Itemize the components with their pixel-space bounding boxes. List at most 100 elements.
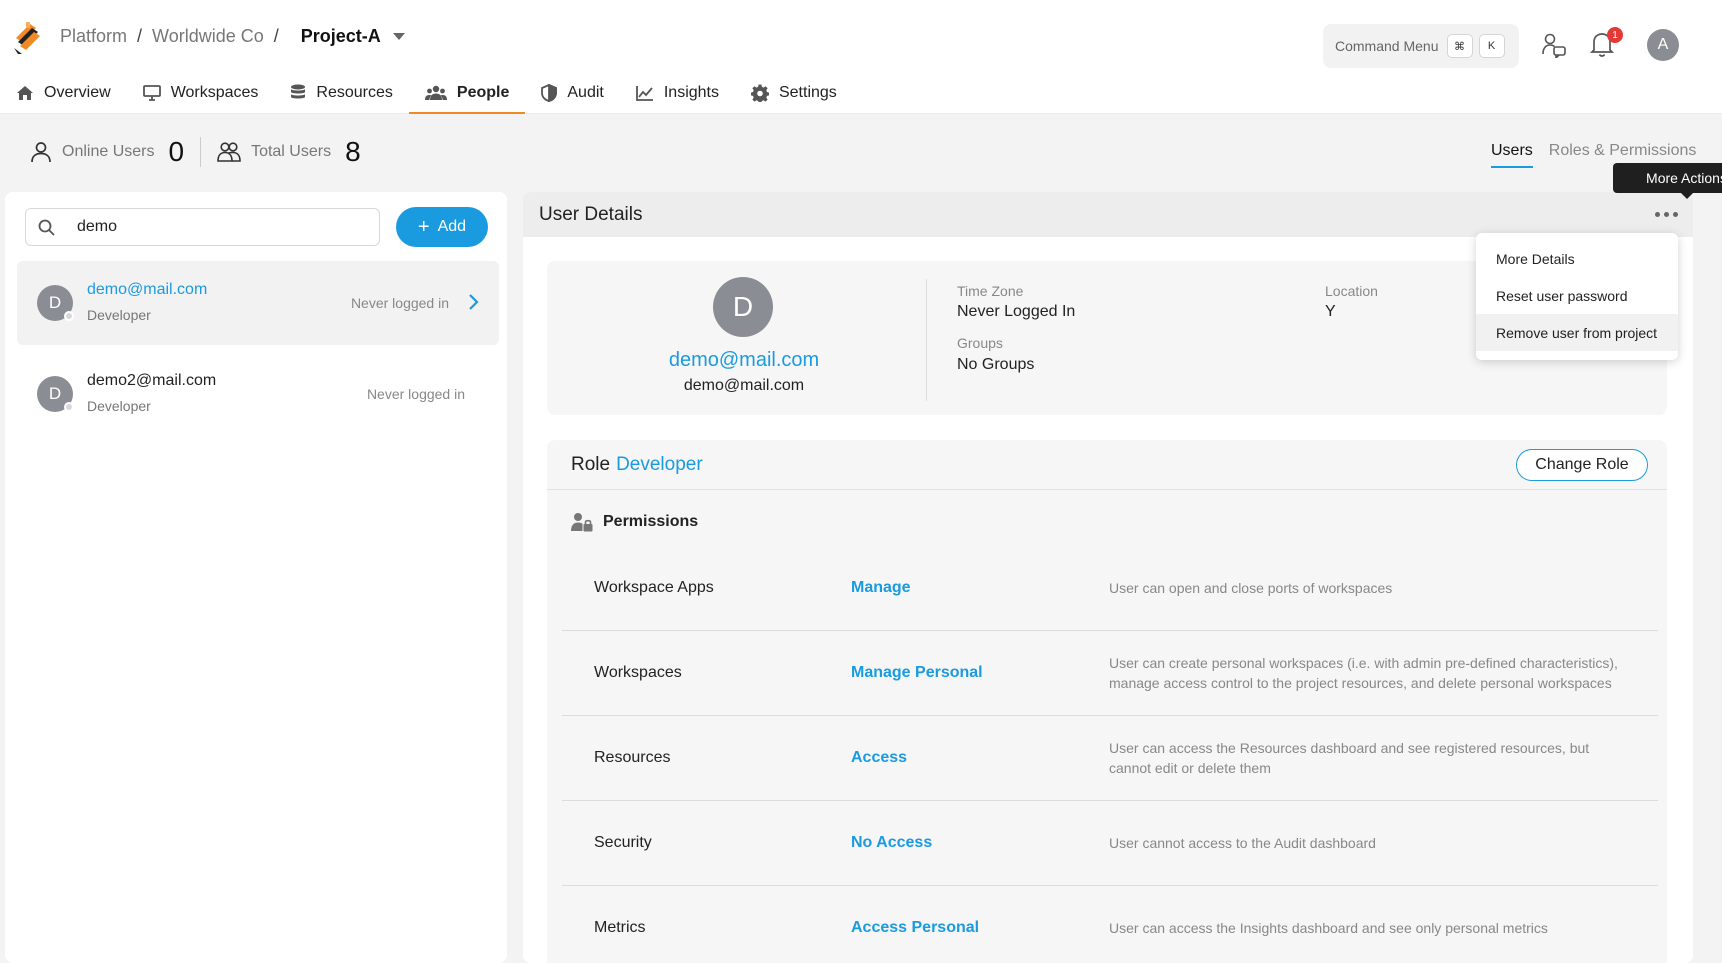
role-card: Role Developer Change Role Permissions Wo… [547, 440, 1667, 963]
shield-icon [541, 84, 558, 102]
kbd-cmd: ⌘ [1446, 34, 1473, 58]
command-menu-label: Command Menu [1335, 38, 1439, 54]
user-list-item[interactable]: D demo2@mail.com Developer Never logged … [17, 352, 499, 436]
permission-desc: User can open and close ports of workspa… [1109, 580, 1393, 596]
location-value: Y [1325, 303, 1336, 320]
role-header: Role Developer Change Role [547, 440, 1667, 490]
chevron-down-icon[interactable] [392, 32, 405, 41]
status-dot [64, 402, 74, 412]
nav-overview[interactable]: Overview [0, 78, 127, 114]
top-bar: Platform / Worldwide Co / Project-A Comm… [0, 0, 1722, 114]
nav-audit[interactable]: Audit [525, 78, 619, 114]
permission-row: Security No Access User cannot access to… [562, 801, 1658, 886]
person-icon [30, 141, 52, 163]
chevron-right-icon [468, 293, 479, 311]
more-actions-icon[interactable] [1649, 202, 1683, 226]
search-box[interactable] [25, 208, 380, 246]
permission-desc: User can access the Resources dashboard … [1109, 740, 1590, 776]
last-login: Never logged in [366, 386, 465, 402]
monitor-icon [142, 85, 161, 101]
permission-desc: User cannot access to the Audit dashboar… [1109, 835, 1376, 851]
breadcrumb-org[interactable]: Worldwide Co [152, 26, 264, 47]
online-users-count: 0 [168, 136, 185, 167]
role-title: Role Developer [571, 454, 703, 476]
permission-name: Resources [594, 749, 671, 766]
nav-resources[interactable]: Resources [274, 78, 408, 114]
permission-row: Metrics Access Personal User can access … [562, 886, 1658, 963]
user-list-panel: + Add D demo@mail.com Developer Never lo… [5, 192, 507, 963]
add-button-label: Add [437, 218, 467, 235]
total-users-count: 8 [345, 136, 361, 167]
menu-item-more-details[interactable]: More Details [1476, 240, 1678, 277]
breadcrumb-platform[interactable]: Platform [60, 26, 127, 47]
nav-label: Settings [778, 84, 837, 101]
group-icon [217, 141, 241, 163]
permissions-heading: Permissions [571, 512, 698, 532]
permission-level: Access Personal [851, 919, 980, 936]
nav-label: Audit [567, 84, 604, 101]
profile-divider [926, 279, 927, 401]
permission-row: Workspace Apps Manage User can open and … [562, 546, 1658, 631]
user-list-item[interactable]: D demo@mail.com Developer Never logged i… [17, 261, 499, 345]
nav-label: Resources [316, 84, 393, 101]
permission-name: Metrics [594, 919, 646, 936]
nav-workspaces[interactable]: Workspaces [127, 78, 275, 114]
profile-email-link[interactable]: demo@mail.com [547, 349, 941, 372]
stats-divider [200, 137, 202, 167]
kbd-k: K [1478, 34, 1505, 58]
user-email: demo@mail.com [87, 281, 208, 298]
avatar: D [713, 277, 773, 337]
breadcrumb: Platform / Worldwide Co / Project-A [60, 26, 405, 47]
change-role-button[interactable]: Change Role [1516, 449, 1648, 481]
gear-icon [750, 84, 769, 102]
nav-label: Overview [44, 84, 111, 101]
permission-name: Workspace Apps [594, 579, 714, 596]
breadcrumb-separator: / [273, 26, 279, 46]
permission-level: No Access [851, 834, 933, 851]
command-menu-button[interactable]: Command Menu ⌘ K [1323, 24, 1519, 68]
tab-users[interactable]: Users [1491, 142, 1533, 168]
permission-row: Workspaces Manage Personal User can crea… [562, 631, 1658, 716]
online-users-label: Online Users [62, 143, 155, 160]
user-stats: Online Users 0 Total Users 8 [30, 136, 375, 168]
search-input[interactable] [77, 218, 337, 236]
nav-label: People [456, 84, 510, 101]
groups-value: No Groups [957, 356, 1035, 373]
details-header: User Details [523, 192, 1693, 237]
notification-badge: 1 [1607, 27, 1623, 43]
permission-level: Manage Personal [851, 664, 983, 681]
app-logo[interactable] [12, 20, 44, 54]
profile-email: demo@mail.com [683, 377, 805, 394]
last-login: Never logged in [350, 295, 449, 311]
user-lock-icon [571, 512, 593, 532]
menu-item-reset-password[interactable]: Reset user password [1476, 277, 1678, 314]
support-chat-icon[interactable] [1541, 32, 1567, 58]
menu-item-remove-user[interactable]: Remove user from project [1476, 314, 1678, 351]
permission-row: Resources Access User can access the Res… [562, 716, 1658, 801]
total-users-label: Total Users [251, 143, 332, 160]
home-icon [16, 85, 34, 101]
user-role: Developer [87, 307, 151, 323]
role-label: Role [571, 454, 611, 475]
nav-label: Insights [663, 84, 719, 101]
user-role: Developer [87, 398, 151, 414]
permission-name: Security [594, 834, 652, 851]
database-icon [290, 84, 306, 102]
main-nav: Overview Workspaces Resources People Aud… [0, 78, 853, 114]
more-actions-menu: More Details Reset user password Remove … [1476, 233, 1678, 360]
nav-people[interactable]: People [408, 78, 526, 114]
permission-level: Access [851, 749, 908, 766]
permission-name: Workspaces [594, 664, 682, 681]
people-icon [424, 85, 447, 101]
search-icon [38, 219, 55, 236]
user-avatar[interactable]: A [1647, 29, 1679, 61]
permissions-title: Permissions [603, 513, 699, 530]
more-actions-tooltip: More Actions [1613, 163, 1722, 199]
permission-level: Manage [851, 579, 911, 596]
details-title: User Details [539, 204, 643, 225]
nav-insights[interactable]: Insights [620, 78, 735, 114]
breadcrumb-separator: / [137, 26, 143, 46]
project-selector[interactable]: Project-A [301, 26, 381, 47]
nav-settings[interactable]: Settings [735, 78, 853, 114]
add-user-button[interactable]: + Add [396, 207, 488, 247]
